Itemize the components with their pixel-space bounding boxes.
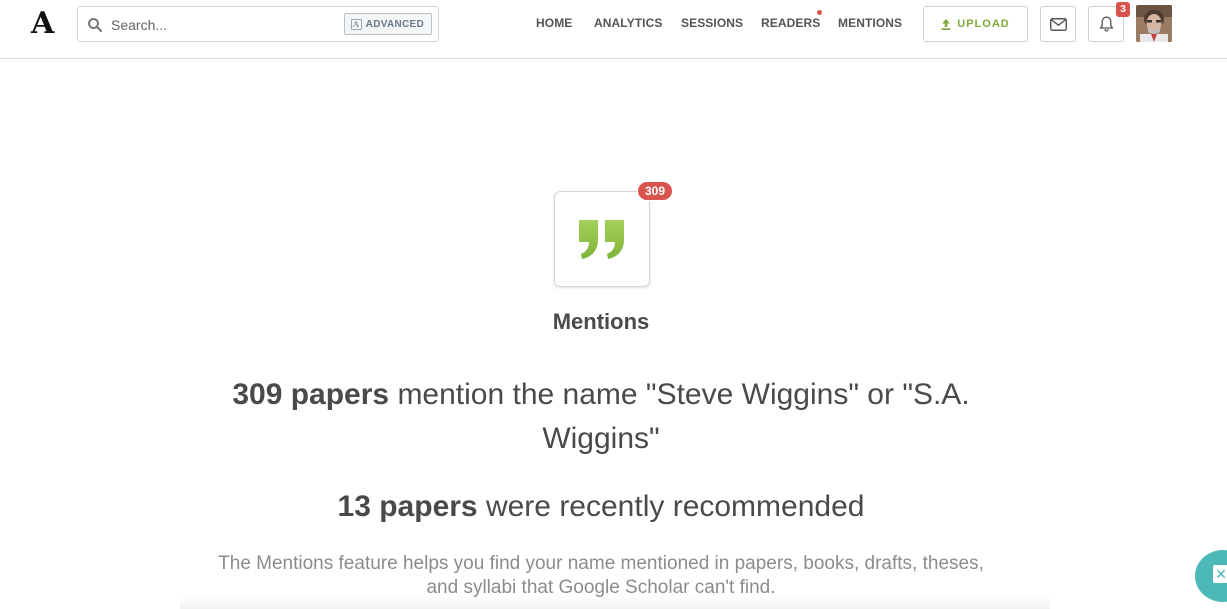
chat-widget-button[interactable]: ✕ <box>1195 550 1227 602</box>
recommended-count: 13 papers <box>337 490 478 523</box>
mentions-text: mention the name "Steve Wiggins" or "S.A… <box>389 378 970 455</box>
academia-mini-icon: A <box>350 18 362 30</box>
mentions-statement: 309 papers mention the name "Steve Wiggi… <box>230 373 972 461</box>
bell-icon <box>1099 16 1113 32</box>
readers-new-dot <box>817 10 822 15</box>
search-input[interactable] <box>111 14 341 36</box>
recommended-text: were recently recommended <box>477 490 865 523</box>
messages-button[interactable] <box>1040 6 1076 42</box>
quote-icon <box>579 220 624 259</box>
search-icon <box>88 18 103 33</box>
nav-analytics[interactable]: ANALYTICS <box>594 16 662 30</box>
recommended-statement: 13 papers were recently recommended <box>230 485 972 529</box>
page-title: Mentions <box>552 309 650 334</box>
nav-home[interactable]: HOME <box>536 16 572 30</box>
upload-button[interactable]: UPLOAD <box>923 6 1028 42</box>
top-navigation-bar: A A ADVANCED HOME ANALYTICS SESSIONS REA… <box>0 0 1227 59</box>
mentions-count-badge: 309 <box>637 181 674 201</box>
mentions-icon-tile <box>554 191 650 287</box>
nav-mentions[interactable]: MENTIONS <box>838 16 902 30</box>
envelope-icon <box>1049 17 1067 31</box>
nav-readers[interactable]: READERS <box>761 16 820 30</box>
search-box: A ADVANCED <box>77 6 439 42</box>
user-avatar[interactable] <box>1136 5 1172 42</box>
close-icon[interactable]: ✕ <box>1213 565 1227 583</box>
academia-logo[interactable]: A <box>31 6 54 41</box>
upload-icon <box>941 18 951 30</box>
notifications-count-badge: 3 <box>1116 2 1130 17</box>
user-photo <box>1136 5 1172 42</box>
upload-label: UPLOAD <box>957 18 1010 30</box>
feature-description: The Mentions feature helps you find your… <box>218 553 984 598</box>
nav-sessions[interactable]: SESSIONS <box>681 16 743 30</box>
mentions-count: 309 papers <box>232 378 390 411</box>
advanced-search-label: ADVANCED <box>365 18 424 30</box>
advanced-search-button[interactable]: A ADVANCED <box>343 13 432 35</box>
